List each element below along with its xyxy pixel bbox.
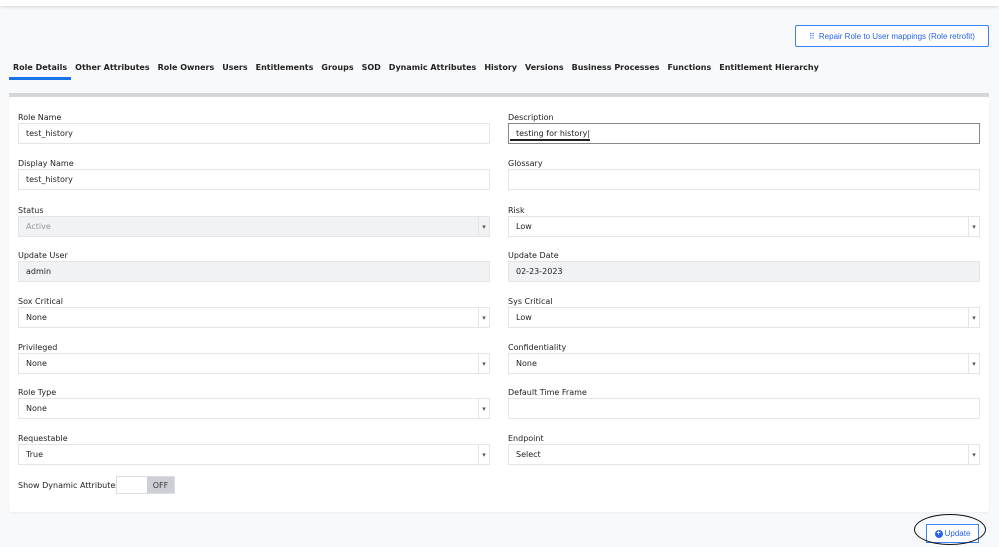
tab-bar: Role Details Other Attributes Role Owners U… [9, 62, 823, 80]
requestable-field-group: Requestable True [18, 434, 490, 465]
plus-circle-icon: + [934, 529, 943, 538]
sox-critical-field-group: Sox Critical None [18, 297, 490, 328]
grid-icon: ⠿ [809, 31, 815, 41]
tab-other-attributes[interactable]: Other Attributes [71, 62, 153, 80]
description-label: Description [508, 113, 554, 122]
top-bar [0, 0, 999, 6]
status-select: Active [18, 216, 490, 237]
privileged-label: Privileged [18, 343, 58, 352]
confidentiality-field-group: Confidentiality None [508, 343, 980, 374]
glossary-input[interactable] [508, 169, 980, 190]
requestable-label: Requestable [18, 434, 68, 443]
endpoint-select[interactable]: Select [508, 444, 980, 465]
confidentiality-select[interactable]: None [508, 353, 980, 374]
tab-users[interactable]: Users [218, 62, 251, 80]
tab-role-owners[interactable]: Role Owners [154, 62, 219, 80]
endpoint-label: Endpoint [508, 434, 544, 443]
tab-role-details[interactable]: Role Details [9, 62, 72, 80]
update-user-input: admin [18, 261, 490, 282]
display-name-field-group: Display Name test_history [18, 159, 490, 190]
tab-business-processes[interactable]: Business Processes [568, 62, 664, 80]
tab-functions[interactable]: Functions [664, 62, 716, 80]
tab-dynamic-attributes[interactable]: Dynamic Attributes [385, 62, 481, 80]
role-type-field-group: Role Type None [18, 388, 490, 419]
default-time-frame-label: Default Time Frame [508, 388, 587, 397]
description-field-group: Description testing for history| [508, 113, 980, 144]
sox-critical-select[interactable]: None [18, 307, 490, 328]
update-date-field-group: Update Date 02-23-2023 [508, 251, 980, 282]
update-user-field-group: Update User admin [18, 251, 490, 282]
requestable-select[interactable]: True [18, 444, 490, 465]
tab-entitlement-hierarchy[interactable]: Entitlement Hierarchy [715, 62, 823, 80]
tab-sod[interactable]: SOD [358, 62, 385, 80]
text-cursor-underline [510, 139, 590, 141]
update-user-label: Update User [18, 251, 68, 260]
role-type-label: Role Type [18, 388, 57, 397]
tab-history[interactable]: History [480, 62, 521, 80]
risk-field-group: Risk Low [508, 206, 980, 237]
tab-versions[interactable]: Versions [521, 62, 568, 80]
role-name-label: Role Name [18, 113, 62, 122]
display-name-input[interactable]: test_history [18, 169, 490, 190]
sys-critical-select[interactable]: Low [508, 307, 980, 328]
repair-role-mappings-button[interactable]: ⠿ Repair Role to User mappings (Role retr… [795, 25, 989, 47]
risk-select[interactable]: Low [508, 216, 980, 237]
status-field-group: Status Active [18, 206, 490, 237]
toggle-knob [117, 477, 147, 493]
glossary-label: Glossary [508, 159, 543, 168]
default-time-frame-field-group: Default Time Frame [508, 388, 980, 419]
display-name-label: Display Name [18, 159, 74, 168]
update-date-input: 02-23-2023 [508, 261, 980, 282]
privileged-select[interactable]: None [18, 353, 490, 374]
tab-entitlements[interactable]: Entitlements [252, 62, 318, 80]
update-date-label: Update Date [508, 251, 559, 260]
show-dynamic-attributes-toggle[interactable]: OFF [116, 476, 175, 494]
default-time-frame-input[interactable] [508, 398, 980, 419]
role-type-select[interactable]: None [18, 398, 490, 419]
sox-critical-label: Sox Critical [18, 297, 63, 306]
status-label: Status [18, 206, 44, 215]
role-name-input[interactable]: test_history [18, 123, 490, 144]
risk-label: Risk [508, 206, 525, 215]
endpoint-field-group: Endpoint Select [508, 434, 980, 465]
toggle-state: OFF [147, 477, 174, 493]
privileged-field-group: Privileged None [18, 343, 490, 374]
tab-groups[interactable]: Groups [317, 62, 357, 80]
confidentiality-label: Confidentiality [508, 343, 567, 352]
update-button[interactable]: + Update [926, 524, 979, 543]
sys-critical-label: Sys Critical [508, 297, 553, 306]
glossary-field-group: Glossary [508, 159, 980, 190]
show-dynamic-attributes-label: Show Dynamic Attributes [18, 481, 120, 490]
role-name-field-group: Role Name test_history [18, 113, 490, 144]
sys-critical-field-group: Sys Critical Low [508, 297, 980, 328]
